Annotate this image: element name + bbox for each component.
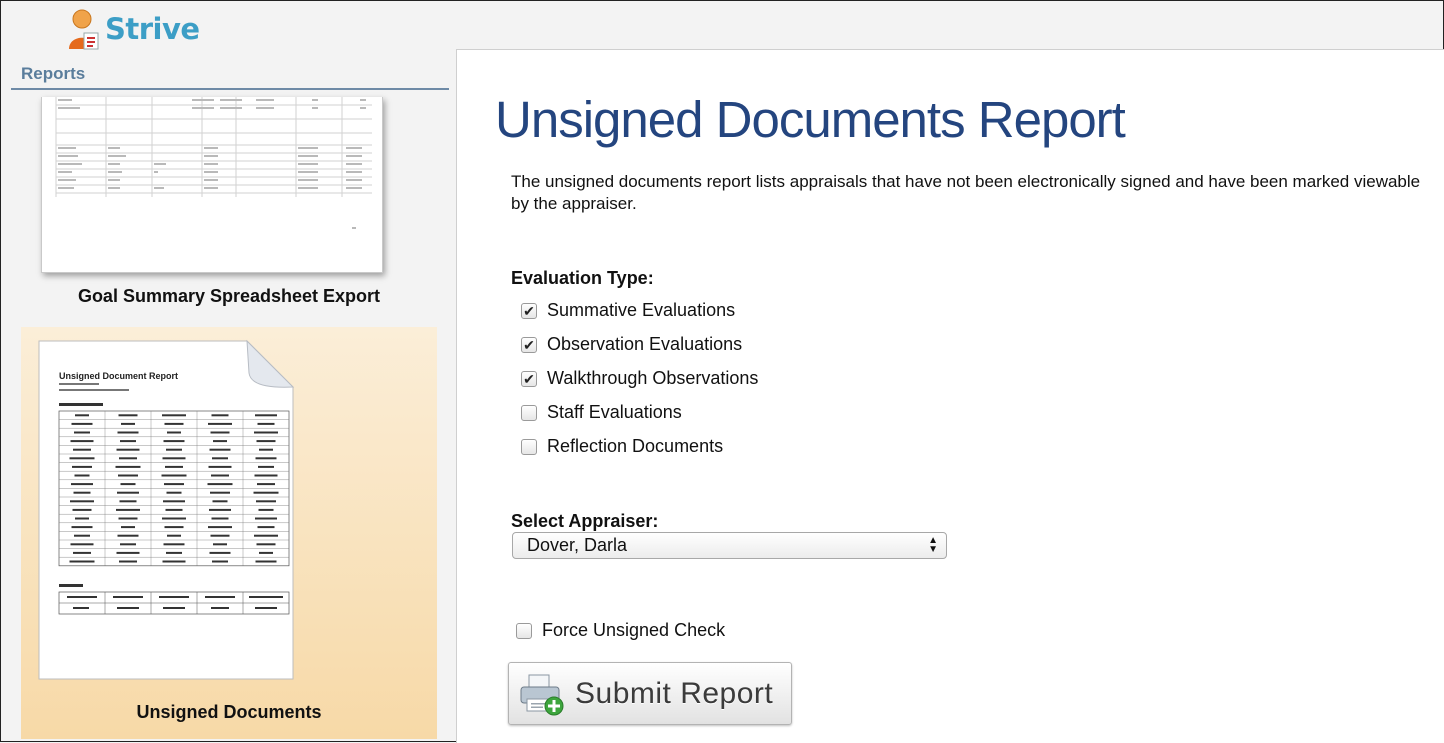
checkbox-label: Summative Evaluations [547, 300, 736, 320]
evaluation-type-label: Evaluation Type: [511, 268, 654, 288]
appraiser-select[interactable]: Dover, Darla ▲ ▼ [512, 532, 947, 559]
submit-report-label: Submit Report [575, 676, 774, 710]
option-reflection-documents[interactable]: Reflection Documents [521, 436, 723, 457]
checkbox-label: Reflection Documents [547, 436, 724, 456]
report-panel: Unsigned Documents Report The unsigned d… [456, 49, 1444, 743]
checkbox[interactable]: ✔ [521, 336, 537, 353]
document-thumb-title: Unsigned Document Report [59, 371, 178, 381]
reports-section-title: Reports [21, 64, 86, 83]
submit-report-button[interactable]: Submit Report [508, 662, 792, 725]
checkbox-label: Walkthrough Observations [547, 368, 759, 388]
unsigned-document-thumbnail: Unsigned Document Report [37, 339, 295, 681]
appraiser-selected-value: Dover, Darla [527, 535, 628, 555]
option-walkthrough-observations[interactable]: ✔ Walkthrough Observations [521, 368, 758, 389]
checkbox[interactable]: ✔ [521, 370, 537, 387]
force-unsigned-checkbox[interactable] [516, 622, 532, 639]
checkbox[interactable] [521, 438, 537, 455]
checkbox-label: Staff Evaluations [547, 402, 682, 422]
sidebar-item-goal-summary[interactable]: Goal Summary Spreadsheet Export [21, 286, 437, 307]
sidebar-item-unsigned-documents[interactable]: Unsigned Document Report Unsigned Docume… [21, 327, 437, 739]
force-unsigned-label: Force Unsigned Check [542, 620, 726, 640]
app-name: Strive [105, 12, 200, 46]
checkbox[interactable] [521, 404, 537, 421]
sidebar-item-label: Unsigned Documents [136, 702, 322, 722]
report-description: The unsigned documents report lists appr… [511, 172, 1421, 213]
checkbox-label: Observation Evaluations [547, 334, 743, 354]
printer-add-icon [517, 671, 567, 717]
person-logo-icon [65, 7, 103, 51]
select-arrows-icon: ▲ ▼ [928, 535, 938, 555]
checkbox[interactable]: ✔ [521, 302, 537, 319]
option-staff-evaluations[interactable]: Staff Evaluations [521, 402, 682, 423]
page-title: Unsigned Documents Report [495, 91, 1126, 148]
option-summative-evaluations[interactable]: ✔ Summative Evaluations [521, 300, 735, 321]
section-divider [11, 88, 449, 90]
option-observation-evaluations[interactable]: ✔ Observation Evaluations [521, 334, 742, 355]
force-unsigned-check[interactable]: Force Unsigned Check [516, 620, 725, 641]
goal-summary-thumbnail[interactable] [41, 97, 383, 273]
strive-logo[interactable]: Strive [65, 7, 200, 51]
select-appraiser-label: Select Appraiser: [511, 511, 659, 531]
